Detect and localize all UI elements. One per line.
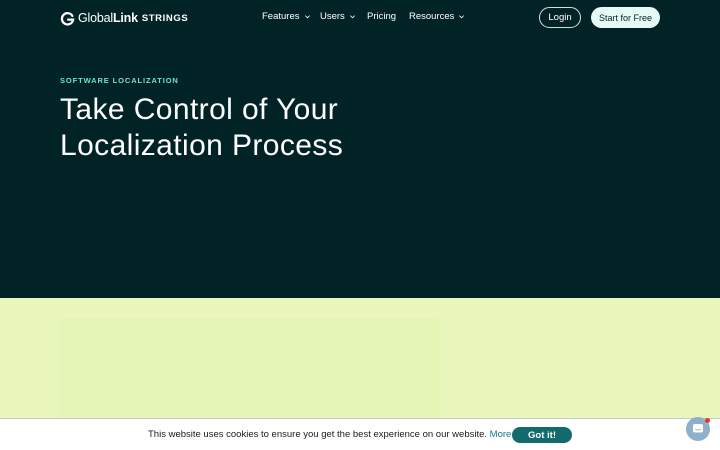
nav-item-pricing[interactable]: Pricing [367,11,396,22]
cookie-accept-button[interactable]: Got it! [512,427,572,443]
hero-headline-line-1: Take Control of Your [60,93,339,126]
cookie-message: This website uses cookies to ensure you … [148,429,529,440]
hero-eyebrow: SOFTWARE LOCALIZATION [60,76,179,85]
cookie-message-text: This website uses cookies to ensure you … [148,429,488,440]
hero-media-placeholder [60,318,440,418]
nav-item-features[interactable]: Features [262,11,311,22]
brand-name-global: Global [78,11,113,25]
cookie-consent-bar: This website uses cookies to ensure you … [0,418,720,450]
brand-name-link: Link [112,11,138,25]
login-button[interactable]: Login [539,7,581,28]
nav-item-label: Resources [409,11,455,22]
hero-headline: Take Control of Your Localization Proces… [60,92,480,164]
top-navigation: Global Link STRINGS Features Users Prici… [0,0,720,36]
globallink-g-icon [60,11,75,26]
chevron-down-icon [304,15,310,19]
nav-item-label: Features [262,11,300,22]
nav-item-users[interactable]: Users [320,11,356,22]
hero-headline-line-2: Localization Process [60,129,344,162]
chat-bubble-icon [693,424,703,433]
nav-item-resources[interactable]: Resources [409,11,465,22]
chat-notification-badge [705,418,710,423]
nav-item-label: Pricing [367,11,397,22]
brand-logo[interactable]: Global Link STRINGS [60,10,188,26]
chevron-down-icon [349,15,355,19]
start-for-free-button[interactable]: Start for Free [591,7,660,28]
brand-product-name: STRINGS [141,13,189,24]
chevron-down-icon [459,15,465,19]
hero-section: Global Link STRINGS Features Users Prici… [0,0,720,298]
nav-item-label: Users [320,11,345,22]
